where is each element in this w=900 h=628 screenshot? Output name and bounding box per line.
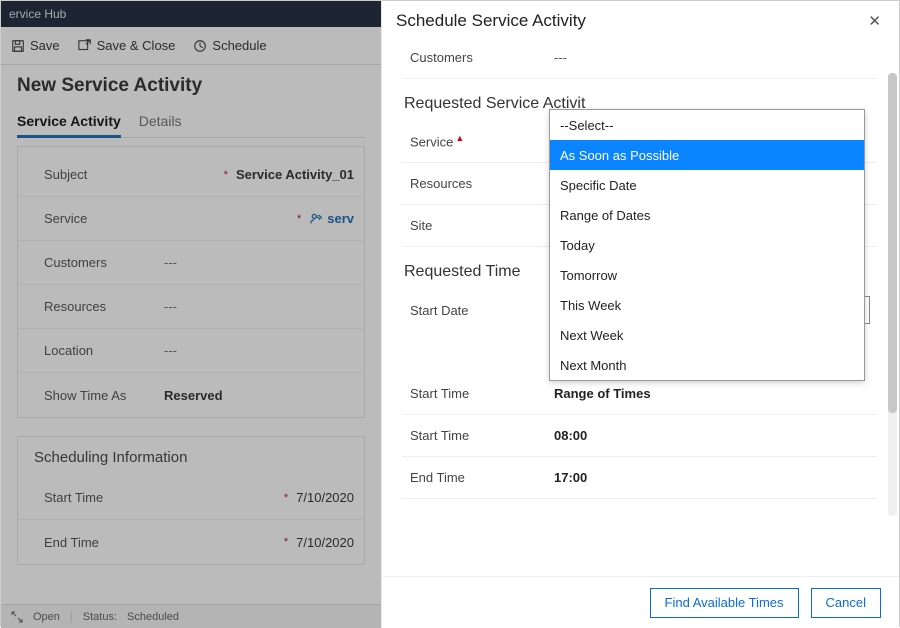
flyout-customers[interactable]: Customers --- bbox=[402, 37, 877, 79]
scheduling-card: Scheduling Information Start Time* 7/10/… bbox=[17, 436, 365, 565]
flyout-end-time[interactable]: End Time 17:00 bbox=[402, 457, 877, 499]
save-icon bbox=[11, 39, 25, 53]
app-title: ervice Hub bbox=[9, 7, 66, 21]
option-range-of-dates[interactable]: Range of Dates bbox=[550, 200, 864, 230]
flyout-footer: Find Available Times Cancel bbox=[382, 576, 899, 628]
close-icon[interactable]: ✕ bbox=[868, 12, 881, 30]
field-customers[interactable]: Customers --- bbox=[18, 241, 364, 285]
flyout-start-time[interactable]: Start Time 08:00 bbox=[402, 415, 877, 457]
tab-details[interactable]: Details bbox=[139, 107, 182, 137]
save-close-icon bbox=[78, 39, 92, 53]
tab-service-activity[interactable]: Service Activity bbox=[17, 107, 121, 137]
save-button[interactable]: Save bbox=[11, 38, 60, 53]
option-tomorrow[interactable]: Tomorrow bbox=[550, 260, 864, 290]
field-subject[interactable]: Subject* Service Activity_01 bbox=[18, 153, 364, 197]
scheduling-title: Scheduling Information bbox=[18, 447, 364, 476]
expand-icon[interactable] bbox=[11, 611, 23, 623]
find-available-times-button[interactable]: Find Available Times bbox=[650, 588, 799, 618]
option-next-month[interactable]: Next Month bbox=[550, 350, 864, 380]
background-app: ervice Hub Save Save & Close Schedule Ne… bbox=[1, 1, 381, 628]
flyout-title: Schedule Service Activity bbox=[396, 11, 586, 31]
field-location[interactable]: Location --- bbox=[18, 329, 364, 373]
option-specific-date[interactable]: Specific Date bbox=[550, 170, 864, 200]
required-indicator: ▲ bbox=[455, 133, 464, 143]
option-next-week[interactable]: Next Week bbox=[550, 320, 864, 350]
start-date-dropdown[interactable]: --Select-- As Soon as Possible Specific … bbox=[549, 109, 865, 381]
tabstrip: Service Activity Details bbox=[17, 107, 365, 138]
page-title: New Service Activity bbox=[17, 75, 365, 97]
command-bar: Save Save & Close Schedule bbox=[1, 27, 381, 65]
field-service[interactable]: Service* serv bbox=[18, 197, 364, 241]
option-asap[interactable]: As Soon as Possible bbox=[550, 140, 864, 170]
field-show-time-as[interactable]: Show Time As Reserved bbox=[18, 373, 364, 417]
status-open: Open bbox=[33, 611, 60, 623]
cancel-button[interactable]: Cancel bbox=[811, 588, 881, 618]
app-titlebar: ervice Hub bbox=[1, 1, 381, 27]
schedule-button[interactable]: Schedule bbox=[193, 38, 266, 53]
option-select[interactable]: --Select-- bbox=[550, 110, 864, 140]
option-this-week[interactable]: This Week bbox=[550, 290, 864, 320]
service-icon bbox=[309, 212, 323, 226]
status-value: Scheduled bbox=[127, 611, 179, 623]
option-today[interactable]: Today bbox=[550, 230, 864, 260]
save-close-button[interactable]: Save & Close bbox=[78, 38, 176, 53]
status-label: Status: bbox=[83, 611, 117, 623]
scrollbar-thumb[interactable] bbox=[888, 73, 897, 413]
field-end-time[interactable]: End Time* 7/10/2020 bbox=[18, 520, 364, 564]
field-resources[interactable]: Resources --- bbox=[18, 285, 364, 329]
form-card: Subject* Service Activity_01 Service* se… bbox=[17, 146, 365, 418]
field-start-time[interactable]: Start Time* 7/10/2020 bbox=[18, 476, 364, 520]
schedule-icon bbox=[193, 39, 207, 53]
status-bar: Open | Status: Scheduled bbox=[1, 604, 381, 628]
